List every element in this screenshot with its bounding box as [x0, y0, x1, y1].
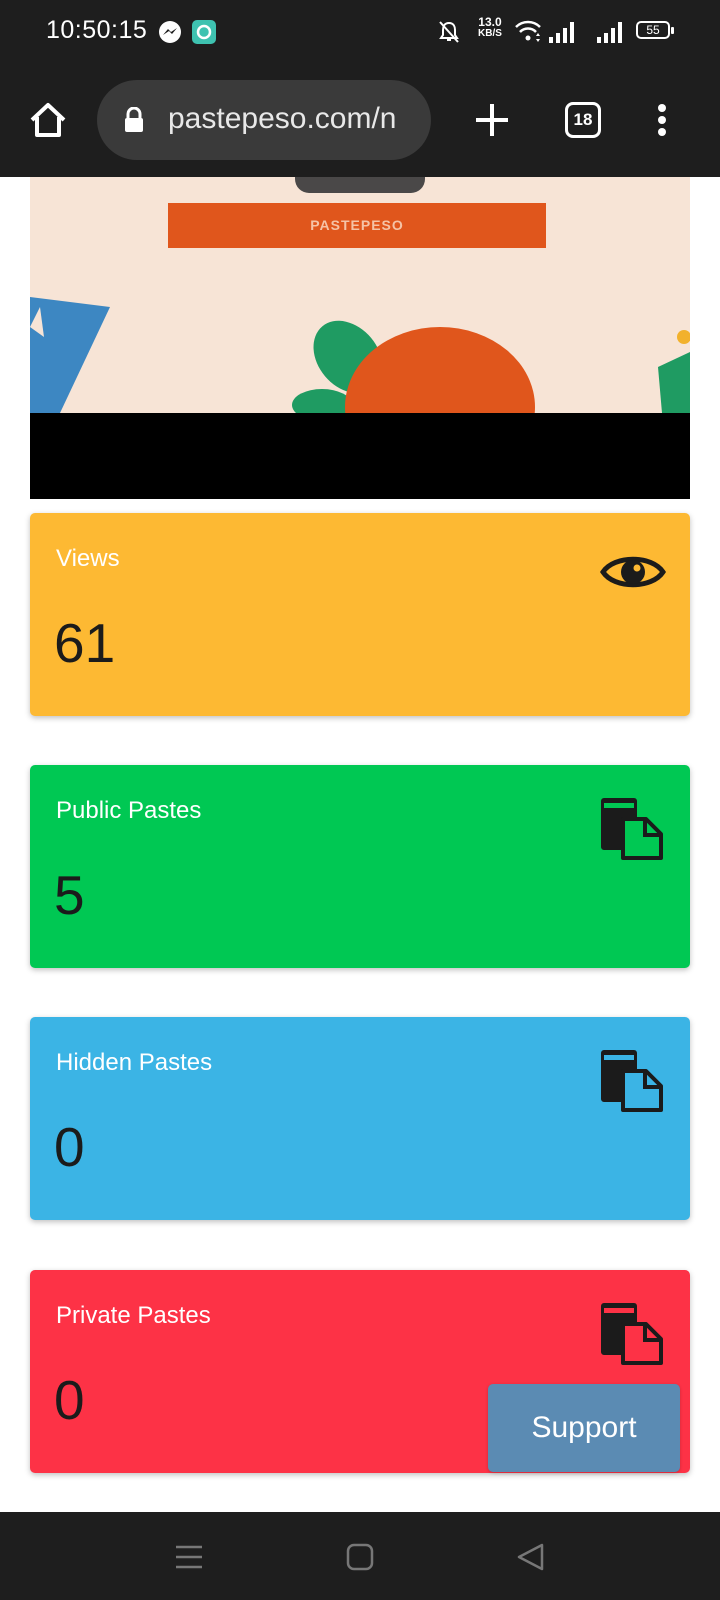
navigation-bar	[0, 1512, 720, 1600]
card-value: 5	[54, 864, 85, 926]
support-button[interactable]: Support	[488, 1384, 680, 1472]
battery-indicator: 55	[636, 21, 674, 39]
copy-icon	[598, 1047, 664, 1118]
menu-icon[interactable]	[652, 102, 672, 142]
lock-icon	[123, 106, 145, 138]
plus-icon[interactable]	[472, 100, 512, 140]
hero-illustration: PASTEPESO	[30, 177, 690, 413]
copy-icon	[598, 1300, 664, 1371]
copy-icon	[598, 795, 664, 866]
home-square-icon[interactable]	[343, 1540, 377, 1574]
card-value: 0	[54, 1116, 85, 1178]
wifi-icon	[514, 18, 542, 49]
card-value: 0	[54, 1369, 85, 1431]
card-label: Hidden Pastes	[56, 1049, 213, 1076]
tab-switcher-button[interactable]: 18	[565, 102, 601, 138]
mute-icon	[438, 20, 460, 49]
app-notification-icon	[192, 20, 216, 49]
signal-icon	[596, 20, 622, 49]
card-label: Public Pastes	[56, 797, 202, 824]
video-handle[interactable]	[295, 177, 425, 193]
hero-banner-text: PASTEPESO	[168, 203, 546, 248]
public-pastes-card: Public Pastes 5	[30, 765, 690, 968]
card-label: Views	[56, 545, 120, 572]
signal-icon	[548, 20, 574, 49]
status-bar: 10:50:15 13.0 KB/S 55	[0, 0, 720, 64]
browser-toolbar: pastepeso.com/n 18	[0, 64, 720, 177]
net-speed: 13.0 KB/S	[478, 15, 502, 39]
hidden-pastes-card: Hidden Pastes 0	[30, 1017, 690, 1220]
net-speed-unit: KB/S	[478, 28, 502, 39]
views-card: Views 61	[30, 513, 690, 716]
recents-icon[interactable]	[172, 1540, 206, 1574]
home-icon[interactable]	[28, 100, 68, 140]
net-speed-value: 13.0	[478, 15, 502, 29]
card-value: 61	[54, 612, 116, 674]
address-bar[interactable]: pastepeso.com/n	[97, 80, 431, 160]
eye-icon	[600, 549, 666, 600]
card-label: Private Pastes	[56, 1302, 211, 1329]
url-text[interactable]: pastepeso.com/n	[168, 102, 396, 136]
back-icon[interactable]	[514, 1540, 548, 1574]
hero-banner: PASTEPESO	[30, 177, 690, 499]
status-time: 10:50:15	[46, 16, 148, 44]
messenger-icon	[158, 20, 182, 49]
